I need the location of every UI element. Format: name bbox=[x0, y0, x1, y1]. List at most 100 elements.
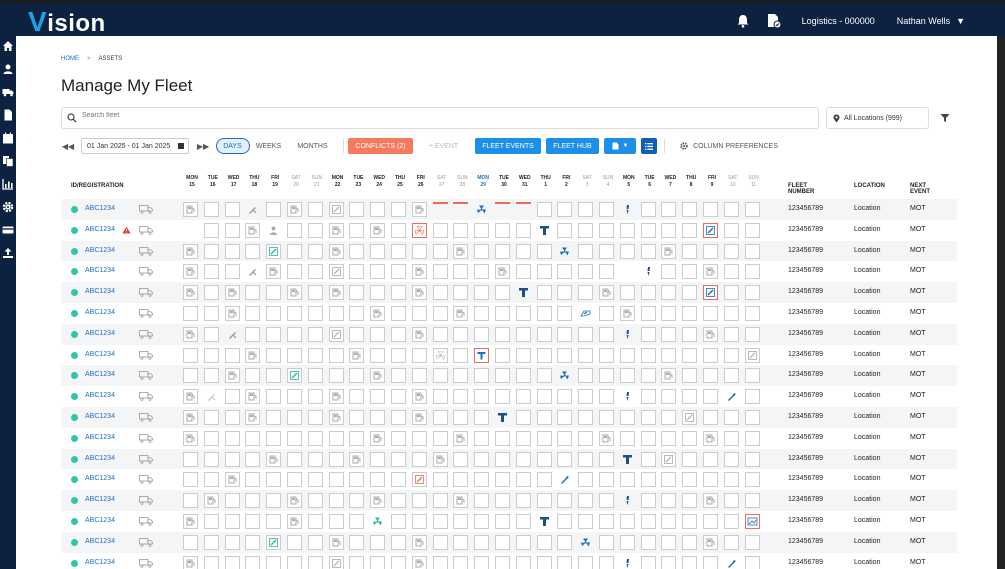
day-cell[interactable] bbox=[578, 243, 594, 259]
day-cell[interactable] bbox=[266, 264, 282, 280]
day-cell[interactable] bbox=[682, 472, 698, 488]
warning-icon[interactable] bbox=[122, 226, 131, 234]
registration-link[interactable]: ABC1234 bbox=[85, 475, 115, 482]
date-range-picker[interactable]: 01 Jan 2025 - 01 Jan 2025 bbox=[81, 138, 189, 154]
day-cell[interactable] bbox=[391, 264, 406, 280]
day-cell[interactable] bbox=[619, 285, 635, 301]
day-cell[interactable] bbox=[640, 555, 656, 569]
day-cell[interactable] bbox=[453, 389, 469, 405]
day-cell[interactable] bbox=[536, 389, 552, 405]
day-cell[interactable] bbox=[287, 326, 302, 342]
day-cell[interactable] bbox=[474, 410, 490, 425]
day-cell[interactable] bbox=[287, 347, 302, 363]
day-cell[interactable] bbox=[266, 306, 282, 321]
day-cell[interactable] bbox=[744, 430, 760, 446]
day-cell[interactable] bbox=[536, 410, 552, 425]
day-cell[interactable] bbox=[578, 347, 594, 363]
day-cell[interactable] bbox=[703, 326, 718, 342]
day-cell[interactable] bbox=[723, 243, 739, 259]
day-cell[interactable] bbox=[266, 389, 282, 405]
upload-icon[interactable] bbox=[2, 247, 14, 259]
user-icon[interactable] bbox=[2, 63, 14, 75]
day-cell[interactable] bbox=[661, 306, 677, 321]
day-cell[interactable] bbox=[640, 347, 656, 363]
day-cell[interactable] bbox=[703, 430, 718, 446]
day-cell[interactable] bbox=[619, 472, 635, 488]
day-cell[interactable] bbox=[370, 451, 386, 467]
day-cell[interactable] bbox=[661, 347, 677, 363]
day-cell[interactable] bbox=[183, 389, 198, 405]
day-cell[interactable] bbox=[328, 306, 344, 321]
day-cell[interactable] bbox=[411, 347, 427, 363]
day-cell[interactable] bbox=[203, 451, 219, 467]
day-cell[interactable] bbox=[453, 472, 469, 488]
day-cell[interactable] bbox=[599, 306, 614, 321]
day-cell[interactable] bbox=[619, 430, 635, 446]
day-cell[interactable] bbox=[619, 410, 635, 425]
document-dropdown-button[interactable]: ▼ bbox=[604, 138, 636, 154]
day-cell[interactable] bbox=[682, 326, 698, 342]
fleet-hub-button[interactable]: FLEET HUB bbox=[546, 138, 599, 154]
day-cell[interactable] bbox=[432, 306, 448, 321]
filter-icon[interactable] bbox=[940, 113, 950, 123]
day-cell[interactable] bbox=[578, 202, 594, 217]
day-cell[interactable] bbox=[370, 326, 386, 342]
day-cell[interactable] bbox=[515, 514, 531, 529]
day-cell[interactable] bbox=[453, 285, 469, 301]
day-cell[interactable] bbox=[307, 222, 323, 238]
day-cell[interactable] bbox=[474, 202, 489, 217]
day-cell[interactable] bbox=[453, 347, 469, 363]
day-cell[interactable] bbox=[620, 493, 635, 508]
table-row[interactable]: ABC1234 123456789 Location MOT bbox=[61, 220, 957, 241]
day-cell[interactable] bbox=[744, 202, 760, 217]
day-cell[interactable] bbox=[703, 493, 718, 509]
day-cell[interactable] bbox=[245, 389, 261, 405]
day-cell[interactable] bbox=[391, 555, 406, 569]
day-cell[interactable] bbox=[474, 451, 490, 467]
day-cell[interactable] bbox=[495, 389, 510, 405]
day-cell[interactable] bbox=[349, 243, 365, 259]
day-cell[interactable] bbox=[723, 264, 739, 280]
day-cell[interactable] bbox=[661, 534, 677, 550]
day-cell[interactable] bbox=[557, 389, 573, 405]
day-cell[interactable] bbox=[453, 430, 469, 446]
day-cell[interactable] bbox=[744, 451, 760, 467]
day-cell[interactable] bbox=[620, 327, 635, 342]
day-cell[interactable] bbox=[266, 493, 282, 509]
day-cell[interactable] bbox=[474, 264, 490, 280]
day-cell[interactable] bbox=[224, 368, 240, 384]
day-cell[interactable] bbox=[328, 430, 344, 446]
day-cell[interactable] bbox=[328, 472, 344, 488]
day-cell[interactable] bbox=[266, 451, 282, 467]
day-cell[interactable] bbox=[723, 451, 739, 467]
location-select[interactable]: All Locations (999) bbox=[826, 107, 929, 129]
day-cell[interactable] bbox=[183, 534, 198, 550]
day-cell[interactable] bbox=[183, 472, 198, 488]
day-cell[interactable] bbox=[307, 514, 323, 529]
day-cell[interactable] bbox=[266, 326, 282, 342]
day-cell[interactable] bbox=[578, 535, 593, 550]
day-cell[interactable] bbox=[557, 472, 572, 487]
day-cell[interactable] bbox=[307, 347, 323, 363]
day-cell[interactable] bbox=[557, 430, 573, 446]
day-cell[interactable] bbox=[391, 368, 406, 384]
prev-range-icon[interactable]: ◀◀ bbox=[61, 138, 75, 154]
day-cell[interactable] bbox=[203, 410, 219, 425]
day-cell[interactable] bbox=[620, 452, 635, 467]
day-cell[interactable] bbox=[183, 326, 198, 342]
day-cell[interactable] bbox=[183, 555, 198, 569]
day-cell[interactable] bbox=[536, 202, 552, 217]
day-cell[interactable] bbox=[411, 555, 427, 569]
day-cell[interactable] bbox=[453, 514, 469, 529]
day-cell[interactable] bbox=[224, 264, 240, 280]
breadcrumb-home[interactable]: HOME bbox=[61, 56, 79, 62]
day-cell[interactable] bbox=[411, 264, 427, 280]
day-cell[interactable] bbox=[515, 430, 531, 446]
day-cell[interactable] bbox=[307, 472, 323, 488]
day-cell[interactable] bbox=[203, 243, 219, 259]
day-cell[interactable] bbox=[557, 222, 573, 238]
day-cell[interactable] bbox=[515, 202, 531, 217]
day-cell[interactable] bbox=[599, 347, 614, 363]
day-cell[interactable] bbox=[640, 326, 656, 342]
day-cell[interactable] bbox=[536, 347, 552, 363]
